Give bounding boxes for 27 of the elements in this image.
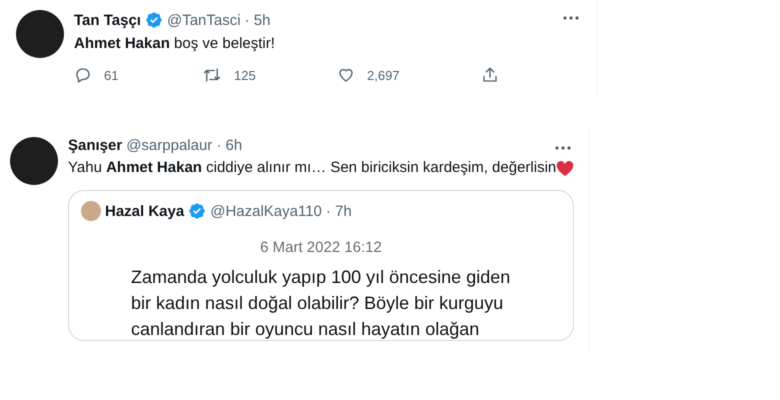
author-name[interactable]: Şanışer [68, 137, 122, 154]
quoted-tweet[interactable]: Hazal Kaya @HazalKaya110 · 7h 6 Mart 2022 16:12 Zamanda yolculuk yapıp 100 yıl öncesine giden bir kadın nasıl doğal olabilir? Böyle bir kurguyu canlandıran bir oyuncu nasıl hayatın olağan [68, 190, 574, 341]
author-handle[interactable]: @TanTasci [166, 12, 241, 28]
tweet-time: · 7h [326, 202, 352, 220]
heart-icon[interactable] [337, 66, 355, 84]
tweet-time[interactable]: · 6h [216, 137, 242, 154]
more-options-icon[interactable] [555, 146, 571, 150]
author-handle: @HazalKaya110 [210, 202, 322, 220]
share-icon[interactable] [481, 66, 499, 84]
author-name[interactable]: Tan Taşçı [74, 12, 141, 28]
retweet-icon[interactable] [202, 66, 222, 84]
tweet-time[interactable]: · 5h [244, 12, 270, 28]
action-count: 125 [234, 68, 256, 82]
speech-bubble-icon[interactable] [74, 66, 92, 84]
image-text-line: bir kadın nasıl doğal olabilir? Böyle bir kurguyu [131, 292, 504, 315]
action-count: 61 [104, 68, 118, 82]
image-date: 6 Mart 2022 16:12 [260, 239, 382, 256]
image-text-line: Zamanda yolculuk yapıp 100 yıl öncesine giden [131, 266, 512, 289]
tweet-text: Yahu Ahmet Hakan ciddiye alınır mı… Sen biriciksin kardeşim, değerlisin [68, 158, 556, 178]
more-options-icon[interactable] [563, 16, 579, 20]
author-handle[interactable]: @sarppalaur [126, 137, 212, 154]
avatar[interactable] [10, 137, 58, 185]
tweet-text: Ahmet Hakan boş ve beleştir! [74, 34, 275, 54]
avatar[interactable] [16, 10, 64, 58]
action-count: 2,697 [367, 68, 400, 82]
image-text-line: canlandıran bir oyuncu nasıl hayatın olağan [131, 318, 480, 340]
author-name: Hazal Kaya [105, 202, 184, 220]
